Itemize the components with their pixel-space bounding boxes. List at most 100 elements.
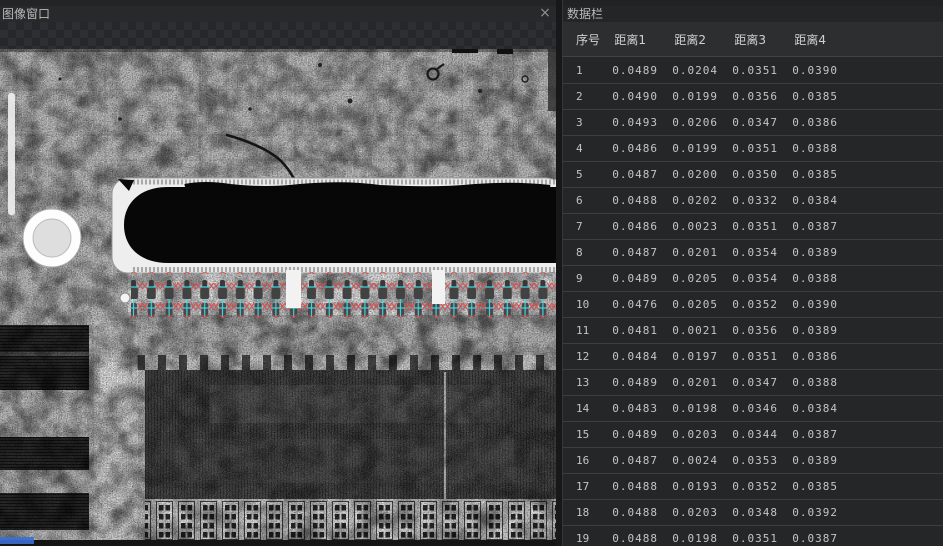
row-index-cell: 16 bbox=[563, 454, 609, 467]
distance-cell: 0.0351 bbox=[718, 350, 778, 363]
measurement-app-window: 图像窗口 × bbox=[0, 0, 943, 546]
distance-cell: 0.0354 bbox=[718, 246, 778, 259]
distance-cell: 0.0487 bbox=[609, 246, 658, 259]
distance-cell: 0.0390 bbox=[778, 298, 838, 311]
table-row[interactable]: 120.04840.01970.03510.0386 bbox=[563, 343, 943, 369]
column-header-distance3: 距离3 bbox=[718, 31, 778, 48]
distance-cell: 0.0392 bbox=[778, 506, 838, 519]
image-viewport[interactable] bbox=[0, 22, 556, 546]
data-bar-titlebar: 数据栏 bbox=[563, 6, 943, 22]
distance-cell: 0.0388 bbox=[778, 142, 838, 155]
distance-cell: 0.0486 bbox=[609, 220, 658, 233]
distance-cell: 0.0200 bbox=[658, 168, 718, 181]
distance-cell: 0.0193 bbox=[658, 480, 718, 493]
distance-cell: 0.0353 bbox=[718, 454, 778, 467]
distance-cell: 0.0493 bbox=[609, 116, 658, 129]
data-bar-panel: 数据栏 序号距离1距离2距离3距离4 10.04890.02040.03510.… bbox=[562, 0, 943, 546]
row-index-cell: 11 bbox=[563, 324, 609, 337]
table-row[interactable]: 140.04830.01980.03460.0384 bbox=[563, 395, 943, 421]
distance-cell: 0.0201 bbox=[658, 376, 718, 389]
distance-cell: 0.0385 bbox=[778, 480, 838, 493]
distance-cell: 0.0199 bbox=[658, 142, 718, 155]
table-row[interactable]: 80.04870.02010.03540.0389 bbox=[563, 239, 943, 265]
distance-cell: 0.0386 bbox=[778, 116, 838, 129]
distance-cell: 0.0203 bbox=[658, 428, 718, 441]
distance-cell: 0.0356 bbox=[718, 90, 778, 103]
distance-cell: 0.0344 bbox=[718, 428, 778, 441]
distance-cell: 0.0476 bbox=[609, 298, 658, 311]
distance-cell: 0.0198 bbox=[658, 532, 718, 545]
distance-cell: 0.0348 bbox=[718, 506, 778, 519]
table-row[interactable]: 190.04880.01980.03510.0387 bbox=[563, 525, 943, 546]
distance-cell: 0.0488 bbox=[609, 506, 658, 519]
distance-cell: 0.0488 bbox=[609, 194, 658, 207]
distance-cell: 0.0488 bbox=[609, 532, 658, 545]
row-index-cell: 3 bbox=[563, 116, 609, 129]
distance-cell: 0.0347 bbox=[718, 116, 778, 129]
distance-cell: 0.0350 bbox=[718, 168, 778, 181]
row-index-cell: 10 bbox=[563, 298, 609, 311]
column-header-distance1: 距离1 bbox=[609, 31, 658, 48]
inspection-image bbox=[0, 49, 556, 546]
table-row[interactable]: 20.04900.01990.03560.0385 bbox=[563, 83, 943, 109]
distance-cell: 0.0388 bbox=[778, 272, 838, 285]
distance-cell: 0.0351 bbox=[718, 220, 778, 233]
row-index-cell: 12 bbox=[563, 350, 609, 363]
table-row[interactable]: 130.04890.02010.03470.0388 bbox=[563, 369, 943, 395]
distance-cell: 0.0490 bbox=[609, 90, 658, 103]
distance-cell: 0.0204 bbox=[658, 64, 718, 77]
distance-cell: 0.0487 bbox=[609, 454, 658, 467]
table-row[interactable]: 180.04880.02030.03480.0392 bbox=[563, 499, 943, 525]
table-row[interactable]: 40.04860.01990.03510.0388 bbox=[563, 135, 943, 161]
table-row[interactable]: 10.04890.02040.03510.0390 bbox=[563, 57, 943, 83]
row-index-cell: 15 bbox=[563, 428, 609, 441]
transparency-checkerboard bbox=[0, 22, 556, 49]
distance-cell: 0.0205 bbox=[658, 272, 718, 285]
distance-cell: 0.0023 bbox=[658, 220, 718, 233]
distance-cell: 0.0483 bbox=[609, 402, 658, 415]
distance-cell: 0.0201 bbox=[658, 246, 718, 259]
table-row[interactable]: 110.04810.00210.03560.0389 bbox=[563, 317, 943, 343]
column-header-distance2: 距离2 bbox=[658, 31, 718, 48]
table-row[interactable]: 150.04890.02030.03440.0387 bbox=[563, 421, 943, 447]
distance-cell: 0.0346 bbox=[718, 402, 778, 415]
distance-cell: 0.0354 bbox=[718, 272, 778, 285]
table-row[interactable]: 30.04930.02060.03470.0386 bbox=[563, 109, 943, 135]
distance-cell: 0.0389 bbox=[778, 246, 838, 259]
row-index-cell: 2 bbox=[563, 90, 609, 103]
distance-cell: 0.0481 bbox=[609, 324, 658, 337]
table-row[interactable]: 170.04880.01930.03520.0385 bbox=[563, 473, 943, 499]
distance-cell: 0.0486 bbox=[609, 142, 658, 155]
row-index-cell: 4 bbox=[563, 142, 609, 155]
distance-cell: 0.0389 bbox=[778, 454, 838, 467]
distance-cell: 0.0387 bbox=[778, 428, 838, 441]
distance-cell: 0.0387 bbox=[778, 220, 838, 233]
table-row[interactable]: 160.04870.00240.03530.0389 bbox=[563, 447, 943, 473]
distance-cell: 0.0347 bbox=[718, 376, 778, 389]
table-row[interactable]: 60.04880.02020.03320.0384 bbox=[563, 187, 943, 213]
distance-cell: 0.0386 bbox=[778, 350, 838, 363]
distance-cell: 0.0197 bbox=[658, 350, 718, 363]
distance-cell: 0.0203 bbox=[658, 506, 718, 519]
distance-cell: 0.0389 bbox=[778, 324, 838, 337]
distance-cell: 0.0351 bbox=[718, 532, 778, 545]
row-index-cell: 14 bbox=[563, 402, 609, 415]
close-icon[interactable]: × bbox=[538, 5, 552, 21]
table-row[interactable]: 100.04760.02050.03520.0390 bbox=[563, 291, 943, 317]
row-index-cell: 18 bbox=[563, 506, 609, 519]
distance-cell: 0.0205 bbox=[658, 298, 718, 311]
distance-cell: 0.0384 bbox=[778, 194, 838, 207]
distance-cell: 0.0388 bbox=[778, 376, 838, 389]
distance-cell: 0.0202 bbox=[658, 194, 718, 207]
distance-cell: 0.0356 bbox=[718, 324, 778, 337]
row-index-cell: 1 bbox=[563, 64, 609, 77]
distance-cell: 0.0352 bbox=[718, 480, 778, 493]
table-row[interactable]: 70.04860.00230.03510.0387 bbox=[563, 213, 943, 239]
distance-cell: 0.0489 bbox=[609, 272, 658, 285]
distance-cell: 0.0387 bbox=[778, 532, 838, 545]
distance-cell: 0.0352 bbox=[718, 298, 778, 311]
table-row[interactable]: 50.04870.02000.03500.0385 bbox=[563, 161, 943, 187]
image-window-titlebar: 图像窗口 × bbox=[0, 6, 556, 22]
table-row[interactable]: 90.04890.02050.03540.0388 bbox=[563, 265, 943, 291]
distance-cell: 0.0484 bbox=[609, 350, 658, 363]
